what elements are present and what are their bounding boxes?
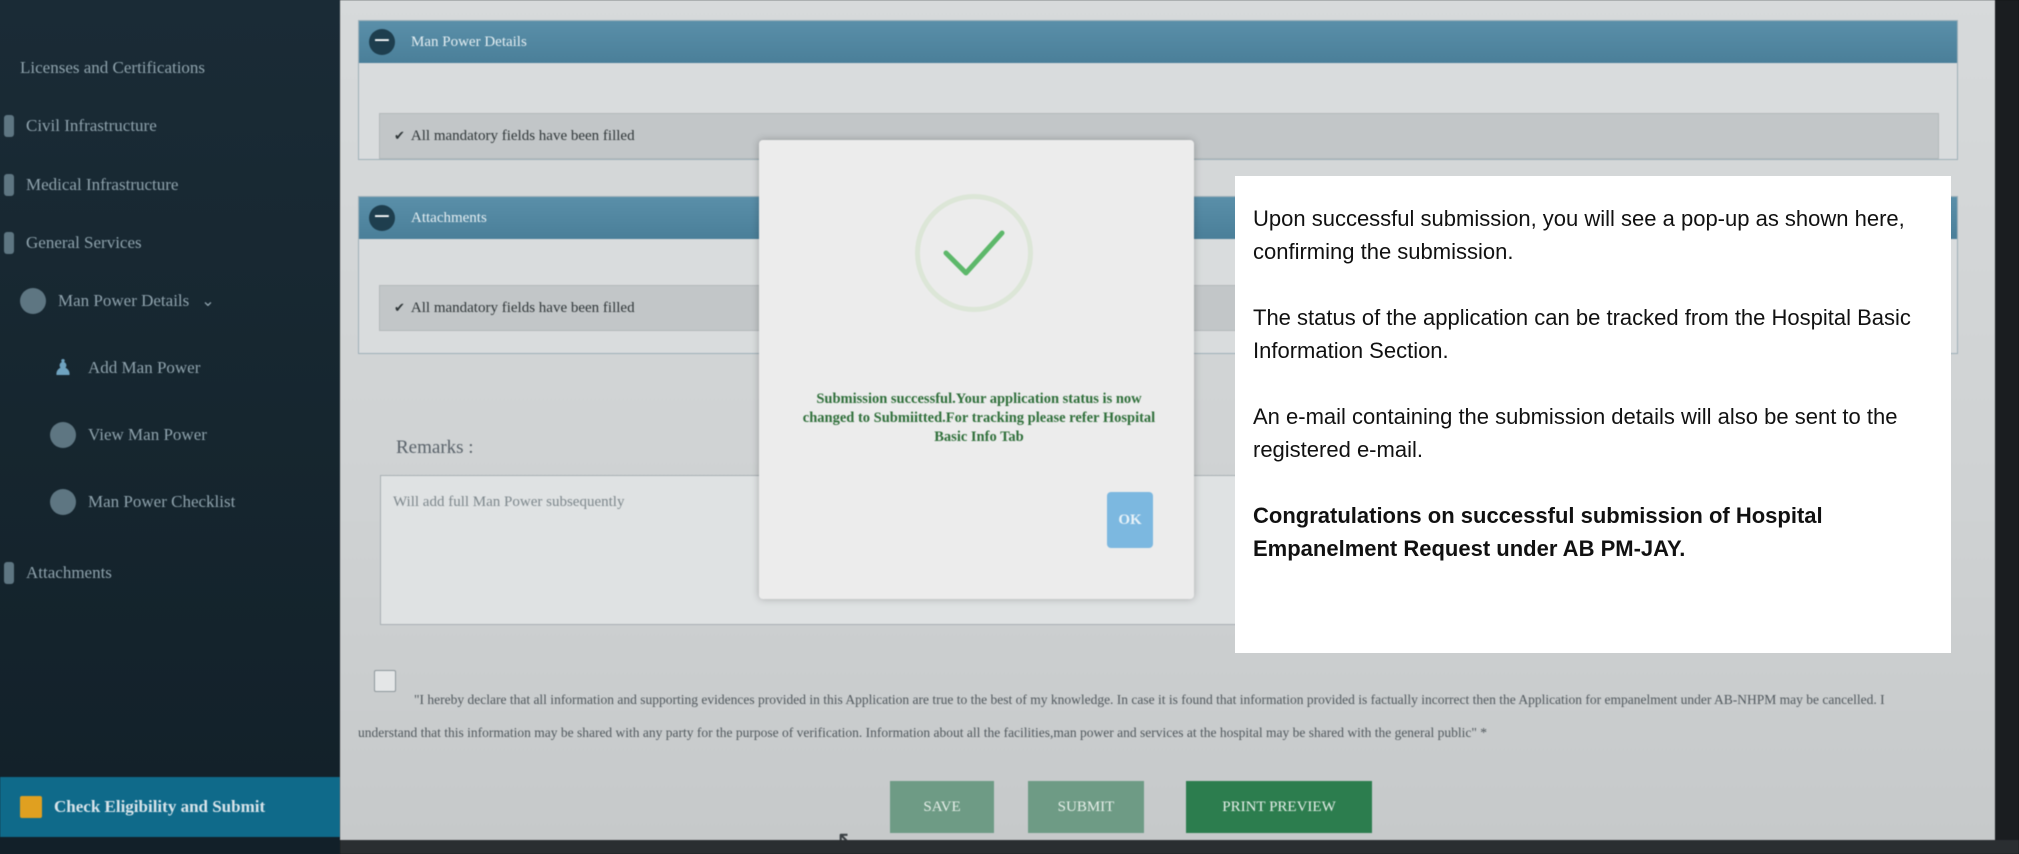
chevron-down-icon: ⌄ bbox=[201, 293, 215, 310]
declaration-text: "I hereby declare that all information a… bbox=[358, 692, 1885, 740]
sidebar-item-civil-infrastructure[interactable]: Civil Infrastructure bbox=[0, 96, 340, 156]
bullet-icon bbox=[4, 562, 14, 584]
sidebar-item-label: Man Power Details bbox=[58, 291, 190, 310]
check-circle-icon: ✔ bbox=[394, 300, 405, 316]
sidebar-item-medical-infrastructure[interactable]: Medical Infrastructure bbox=[0, 155, 340, 215]
check-circle-icon: ✔ bbox=[394, 128, 405, 144]
submit-button[interactable]: SUBMIT bbox=[1028, 781, 1144, 833]
note-congratulations: Congratulations on successful submission… bbox=[1253, 503, 1823, 561]
section-title: Attachments bbox=[411, 209, 487, 226]
section-title: Man Power Details bbox=[411, 33, 527, 50]
sidebar-item-label: Check Eligibility and Submit bbox=[54, 797, 266, 816]
sidebar-item-label: Add Man Power bbox=[88, 358, 201, 377]
group-icon bbox=[50, 422, 76, 448]
sidebar-item-label: Medical Infrastructure bbox=[26, 175, 179, 194]
screen-bezel-bottom bbox=[340, 840, 2019, 854]
notice-text: All mandatory fields have been filled bbox=[410, 127, 635, 144]
sidebar-item-label: General Services bbox=[26, 233, 142, 252]
ok-button[interactable]: OK bbox=[1107, 492, 1153, 548]
success-modal: Submission successful.Your application s… bbox=[759, 140, 1194, 599]
group-icon bbox=[50, 489, 76, 515]
group-icon bbox=[20, 288, 46, 314]
notice-text: All mandatory fields have been filled bbox=[410, 299, 635, 316]
note-paragraph: The status of the application can be tra… bbox=[1253, 305, 1911, 363]
note-paragraph: Upon successful submission, you will see… bbox=[1253, 206, 1905, 264]
sidebar-item-man-power-details[interactable]: Man Power Details ⌄ bbox=[0, 271, 340, 331]
sidebar-item-man-power-checklist[interactable]: Man Power Checklist bbox=[0, 472, 340, 532]
sidebar: Licenses and Certifications Civil Infras… bbox=[0, 0, 340, 854]
sidebar-item-view-man-power[interactable]: View Man Power bbox=[0, 405, 340, 465]
person-add-icon: ♟ bbox=[53, 355, 73, 380]
screen-bezel bbox=[1995, 0, 2019, 854]
bullet-icon bbox=[4, 115, 14, 137]
section-man-power-details: − Man Power Details ✔ All mandatory fiel… bbox=[358, 20, 1958, 160]
sidebar-item-licenses[interactable]: Licenses and Certifications bbox=[0, 38, 340, 98]
sidebar-item-label: Attachments bbox=[26, 563, 112, 582]
check-icon bbox=[943, 230, 1005, 276]
bullet-icon bbox=[4, 232, 14, 254]
save-button[interactable]: SAVE bbox=[890, 781, 994, 833]
sidebar-item-label: Licenses and Certifications bbox=[20, 58, 206, 77]
minus-circle-icon[interactable]: − bbox=[369, 29, 395, 55]
success-message: Submission successful.Your application s… bbox=[802, 391, 1156, 445]
minus-circle-icon[interactable]: − bbox=[369, 205, 395, 231]
sidebar-item-check-eligibility[interactable]: Check Eligibility and Submit bbox=[0, 777, 340, 837]
sidebar-item-general-services[interactable]: General Services bbox=[0, 213, 340, 273]
section-header[interactable]: − Man Power Details bbox=[359, 21, 1957, 63]
square-icon bbox=[20, 796, 42, 818]
sidebar-item-attachments[interactable]: Attachments bbox=[0, 543, 340, 603]
note-paragraph: An e-mail containing the submission deta… bbox=[1253, 404, 1898, 462]
success-check-icon bbox=[915, 194, 1033, 312]
bullet-icon bbox=[4, 174, 14, 196]
sidebar-item-label: View Man Power bbox=[88, 425, 207, 444]
print-preview-button[interactable]: PRINT PREVIEW bbox=[1186, 781, 1372, 833]
sidebar-item-label: Man Power Checklist bbox=[88, 492, 236, 511]
remarks-label: Remarks : bbox=[396, 437, 474, 458]
sidebar-item-label: Civil Infrastructure bbox=[26, 116, 157, 135]
instruction-note: Upon successful submission, you will see… bbox=[1235, 176, 1951, 653]
sidebar-item-add-man-power[interactable]: ♟ Add Man Power bbox=[0, 338, 340, 398]
